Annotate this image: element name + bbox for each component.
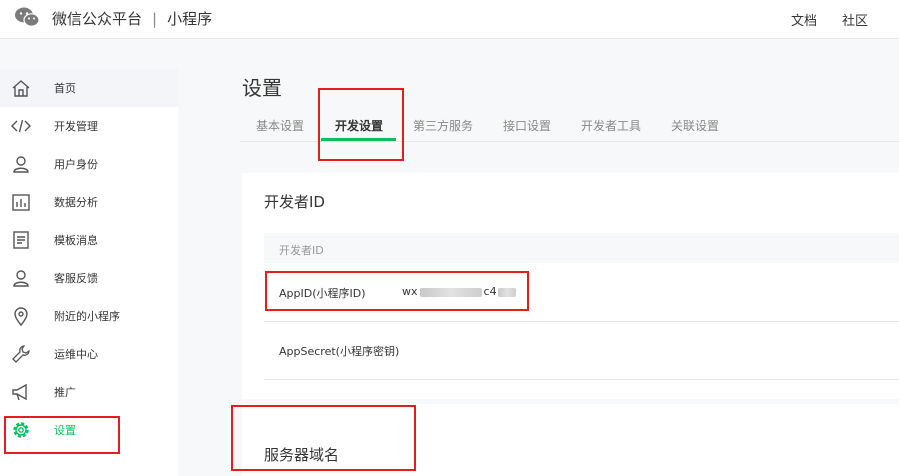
tab-basic-settings[interactable]: 基本设置 — [256, 117, 304, 134]
brand-name: 微信公众平台 — [52, 10, 143, 28]
sidebar-item-label: 首页 — [54, 82, 76, 95]
community-link[interactable]: 社区 — [842, 10, 868, 29]
sidebar-item-operations-center[interactable]: 运维中心 — [0, 335, 178, 373]
tab-third-party-services[interactable]: 第三方服务 — [413, 117, 473, 134]
tab-related-settings[interactable]: 关联设置 — [671, 117, 719, 134]
highlight-box-server-domain — [231, 405, 416, 471]
sidebar-item-user-identity[interactable]: 用户身份 — [0, 145, 178, 183]
sidebar-item-promotion[interactable]: 推广 — [0, 373, 178, 411]
tab-interface-settings[interactable]: 接口设置 — [503, 117, 551, 134]
megaphone-icon — [12, 383, 27, 401]
highlight-box-dev-settings-tab — [318, 88, 404, 161]
user-icon — [13, 156, 29, 173]
tab-developer-tools[interactable]: 开发者工具 — [581, 117, 641, 134]
sidebar-item-label: 数据分析 — [54, 196, 98, 209]
highlight-box-settings-item — [4, 416, 120, 454]
appsecret-row: AppSecret(小程序密钥) — [264, 321, 899, 380]
sidebar-item-label: 附近的小程序 — [54, 310, 120, 323]
wechat-logo-icon — [15, 7, 40, 27]
top-bar: 微信公众平台 | 小程序 文档 社区 — [0, 0, 899, 39]
table-header-label: 开发者ID — [279, 244, 324, 257]
document-icon — [13, 231, 29, 249]
sidebar-item-nearby-miniprograms[interactable]: 附近的小程序 — [0, 297, 178, 335]
home-icon — [12, 80, 30, 97]
code-icon — [11, 119, 31, 133]
sidebar-item-label: 用户身份 — [54, 158, 98, 171]
sidebar-item-label: 运维中心 — [54, 348, 98, 361]
support-icon — [13, 270, 29, 287]
appsecret-label: AppSecret(小程序密钥) — [279, 345, 400, 358]
sidebar-item-label: 开发管理 — [54, 120, 98, 133]
sidebar-item-dev-management[interactable]: 开发管理 — [0, 107, 178, 145]
product-name: 小程序 — [167, 10, 213, 28]
location-icon — [14, 307, 28, 327]
chart-icon — [12, 194, 30, 211]
brand-separator: | — [152, 10, 158, 28]
sidebar-item-label: 推广 — [54, 386, 76, 399]
sidebar-item-label: 客服反馈 — [54, 272, 98, 285]
sidebar-item-analytics[interactable]: 数据分析 — [0, 183, 178, 221]
sidebar: 首页 开发管理 用户身份 数据分析 模板消息 客服反馈 附近的小程序 运维中心 … — [0, 69, 178, 476]
sidebar-item-home[interactable]: 首页 — [0, 69, 178, 107]
card-title: 开发者ID — [264, 193, 325, 211]
page-title: 设置 — [242, 76, 282, 100]
wrench-icon — [12, 345, 30, 363]
highlight-box-appid — [265, 271, 529, 311]
sidebar-item-label: 模板消息 — [54, 234, 98, 247]
sidebar-item-template-messages[interactable]: 模板消息 — [0, 221, 178, 259]
docs-link[interactable]: 文档 — [791, 10, 817, 29]
brand-title[interactable]: 微信公众平台 | 小程序 — [52, 8, 212, 29]
sidebar-item-customer-feedback[interactable]: 客服反馈 — [0, 259, 178, 297]
table-header: 开发者ID — [264, 233, 899, 263]
